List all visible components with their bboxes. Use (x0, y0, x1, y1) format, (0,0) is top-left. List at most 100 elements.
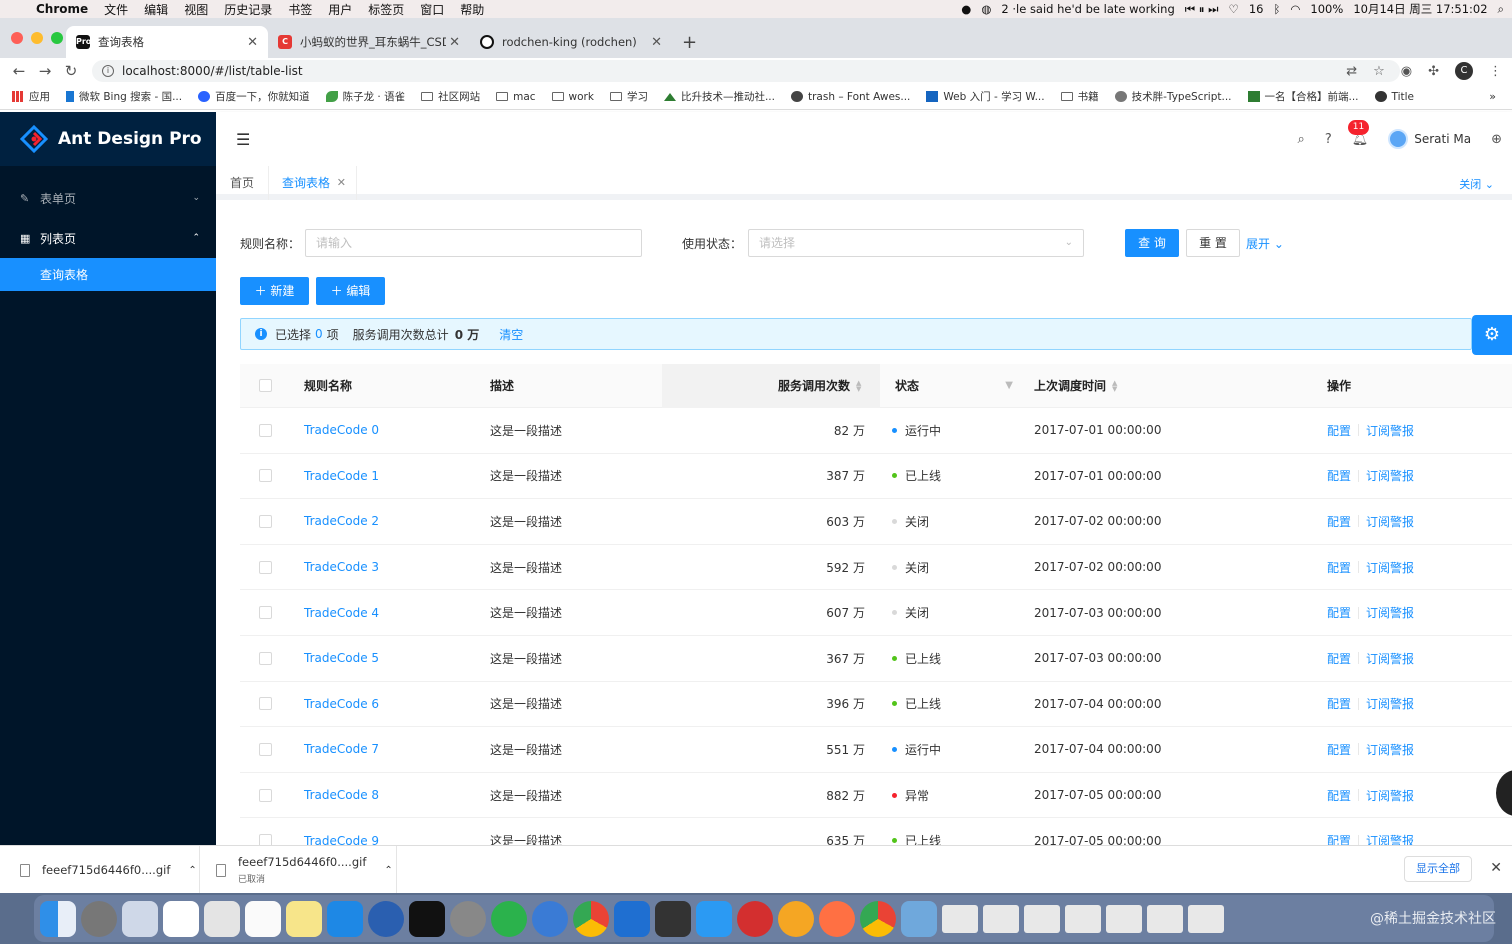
chevron-up-icon[interactable]: ⌃ (384, 865, 392, 876)
rule-name-link[interactable]: TradeCode 7 (304, 727, 379, 772)
window-thumbnail[interactable] (1106, 904, 1142, 933)
menubar-item[interactable]: 编辑 (144, 1, 168, 18)
subscribe-alert-link[interactable]: 订阅警报 (1366, 741, 1414, 758)
menubar-item[interactable]: 历史记录 (224, 1, 272, 18)
row-checkbox[interactable] (259, 636, 272, 681)
bookmark-folder[interactable]: 学习 (609, 89, 648, 104)
config-link[interactable]: 配置 (1327, 559, 1351, 576)
app-store-icon[interactable] (327, 900, 363, 937)
filter-icon[interactable]: ▼ (1005, 380, 1013, 391)
row-checkbox[interactable] (259, 682, 272, 727)
bookmark-star-icon[interactable]: ☆ (1373, 64, 1385, 79)
wechat-icon[interactable] (491, 900, 527, 937)
window-thumbnail[interactable] (1024, 904, 1060, 933)
back-icon[interactable]: ← (6, 62, 32, 80)
config-link[interactable]: 配置 (1327, 787, 1351, 804)
subscribe-alert-link[interactable]: 订阅警报 (1366, 650, 1414, 667)
safari-icon[interactable] (368, 900, 404, 937)
user-menu[interactable]: Serati Ma (1388, 129, 1471, 149)
menubar-item[interactable]: 文件 (104, 1, 128, 18)
close-window-icon[interactable] (11, 32, 23, 44)
app-logo[interactable]: Ant Design Pro (0, 112, 216, 166)
puzzle-icon[interactable]: ✣ (1428, 64, 1439, 79)
site-info-icon[interactable]: i (102, 65, 114, 77)
subscribe-alert-link[interactable]: 订阅警报 (1366, 787, 1414, 804)
bookmark-item[interactable]: 一名【合格】前端... (1247, 89, 1359, 104)
menubar-item[interactable]: 标签页 (368, 1, 404, 18)
bookmark-folder[interactable]: 社区网站 (421, 89, 480, 104)
config-link[interactable]: 配置 (1327, 422, 1351, 439)
chrome-canary-icon[interactable] (860, 900, 896, 937)
row-checkbox[interactable] (259, 590, 272, 635)
rule-name-link[interactable]: TradeCode 4 (304, 590, 379, 635)
battery-level[interactable]: 100% (1310, 2, 1343, 16)
column-last-schedule[interactable]: 上次调度时间 ▲ ▼ (1034, 364, 1117, 407)
wifi-icon[interactable]: ◠ (1290, 2, 1300, 16)
query-button[interactable]: 查 询 (1125, 229, 1179, 257)
bookmark-item[interactable]: Web 入门 - 学习 W... (926, 89, 1045, 104)
media-controls-icon[interactable]: ⏮ ⏸ ⏭ (1185, 2, 1219, 17)
notes-icon[interactable] (286, 900, 322, 937)
bookmark-item[interactable]: Title (1374, 91, 1414, 103)
subscribe-alert-link[interactable]: 订阅警报 (1366, 604, 1414, 621)
browser-tab-active[interactable]: Pro 查询表格 ✕ (66, 26, 268, 58)
status-select[interactable]: 请选择 ⌄ (748, 229, 1084, 257)
downloads-folder-icon[interactable] (901, 900, 937, 937)
profile-avatar[interactable]: C (1455, 62, 1473, 80)
download-item[interactable]: feeef715d6446f0....gif ⌃ (0, 846, 200, 894)
language-globe-icon[interactable]: ⊕ (1491, 132, 1502, 147)
subscribe-alert-link[interactable]: 订阅警报 (1366, 513, 1414, 530)
rule-name-link[interactable]: TradeCode 2 (304, 499, 379, 544)
row-checkbox[interactable] (259, 773, 272, 818)
config-link[interactable]: 配置 (1327, 513, 1351, 530)
launchpad-icon[interactable] (81, 900, 117, 937)
tab-table-list[interactable]: 查询表格 ✕ (268, 166, 358, 200)
row-checkbox[interactable] (259, 499, 272, 544)
zoom-window-icon[interactable] (51, 32, 63, 44)
row-checkbox[interactable] (259, 454, 272, 499)
menubar-item[interactable]: 帮助 (460, 1, 484, 18)
preview-icon[interactable] (122, 900, 158, 937)
edit-button[interactable]: ＋ 编辑 (316, 277, 385, 305)
window-thumbnail[interactable] (942, 904, 978, 933)
clock[interactable]: 10月14日 周三 17:51:02 (1353, 1, 1487, 17)
sort-icon[interactable]: ▲ ▼ (1112, 379, 1117, 392)
dingtalk-icon[interactable] (532, 900, 568, 937)
finder-icon[interactable] (40, 900, 76, 937)
close-tab-icon[interactable]: ✕ (449, 35, 460, 50)
subscribe-alert-link[interactable]: 订阅警报 (1366, 832, 1414, 845)
menubar-item[interactable]: 用户 (328, 1, 352, 18)
address-bar[interactable]: i localhost:8000/#/list/table-list (92, 60, 1400, 82)
menu-fold-icon[interactable]: ☰ (236, 130, 250, 149)
heart-icon[interactable]: ♡ (1229, 2, 1239, 16)
now-playing[interactable]: 2 ·le said he'd be late working (1001, 2, 1174, 16)
wechat-icon[interactable]: ◍ (981, 2, 991, 16)
reload-icon[interactable]: ↻ (58, 62, 84, 80)
apple-tv-icon[interactable] (409, 900, 445, 937)
record-icon[interactable]: ● (961, 2, 971, 16)
rule-name-link[interactable]: TradeCode 8 (304, 773, 379, 818)
question-icon[interactable]: ? (1325, 132, 1332, 147)
tab-home[interactable]: 首页 (216, 166, 270, 200)
close-tab-icon[interactable]: ✕ (247, 35, 258, 50)
bookmark-item[interactable]: 比升技术—推动社... (663, 89, 775, 104)
sort-icon[interactable]: ▲ ▼ (856, 379, 861, 392)
close-tab-icon[interactable]: ✕ (651, 35, 662, 50)
rule-name-link[interactable]: TradeCode 6 (304, 682, 379, 727)
rule-name-input[interactable]: 请输入 (305, 229, 642, 257)
rule-name-link[interactable]: TradeCode 9 (304, 818, 379, 845)
subscribe-alert-link[interactable]: 订阅警报 (1366, 422, 1414, 439)
more-menu-icon[interactable]: ⋮ (1489, 64, 1502, 79)
window-thumbnail[interactable] (1147, 904, 1183, 933)
more-bookmarks-icon[interactable]: » (1489, 90, 1496, 103)
rule-name-link[interactable]: TradeCode 0 (304, 408, 379, 453)
bell-icon[interactable]: 🔔︎ 11 (1347, 119, 1370, 147)
vscode-icon[interactable] (614, 900, 650, 937)
url-text[interactable]: localhost:8000/#/list/table-list (122, 64, 303, 78)
close-tabs-dropdown[interactable]: 关闭 ⌄ (1459, 176, 1494, 192)
sketch-icon[interactable] (778, 900, 814, 937)
menubar-item[interactable]: 窗口 (420, 1, 444, 18)
bookmark-item[interactable]: 应用 (12, 89, 50, 104)
bookmark-item[interactable]: 微软 Bing 搜索 - 国... (66, 89, 182, 104)
config-link[interactable]: 配置 (1327, 832, 1351, 845)
